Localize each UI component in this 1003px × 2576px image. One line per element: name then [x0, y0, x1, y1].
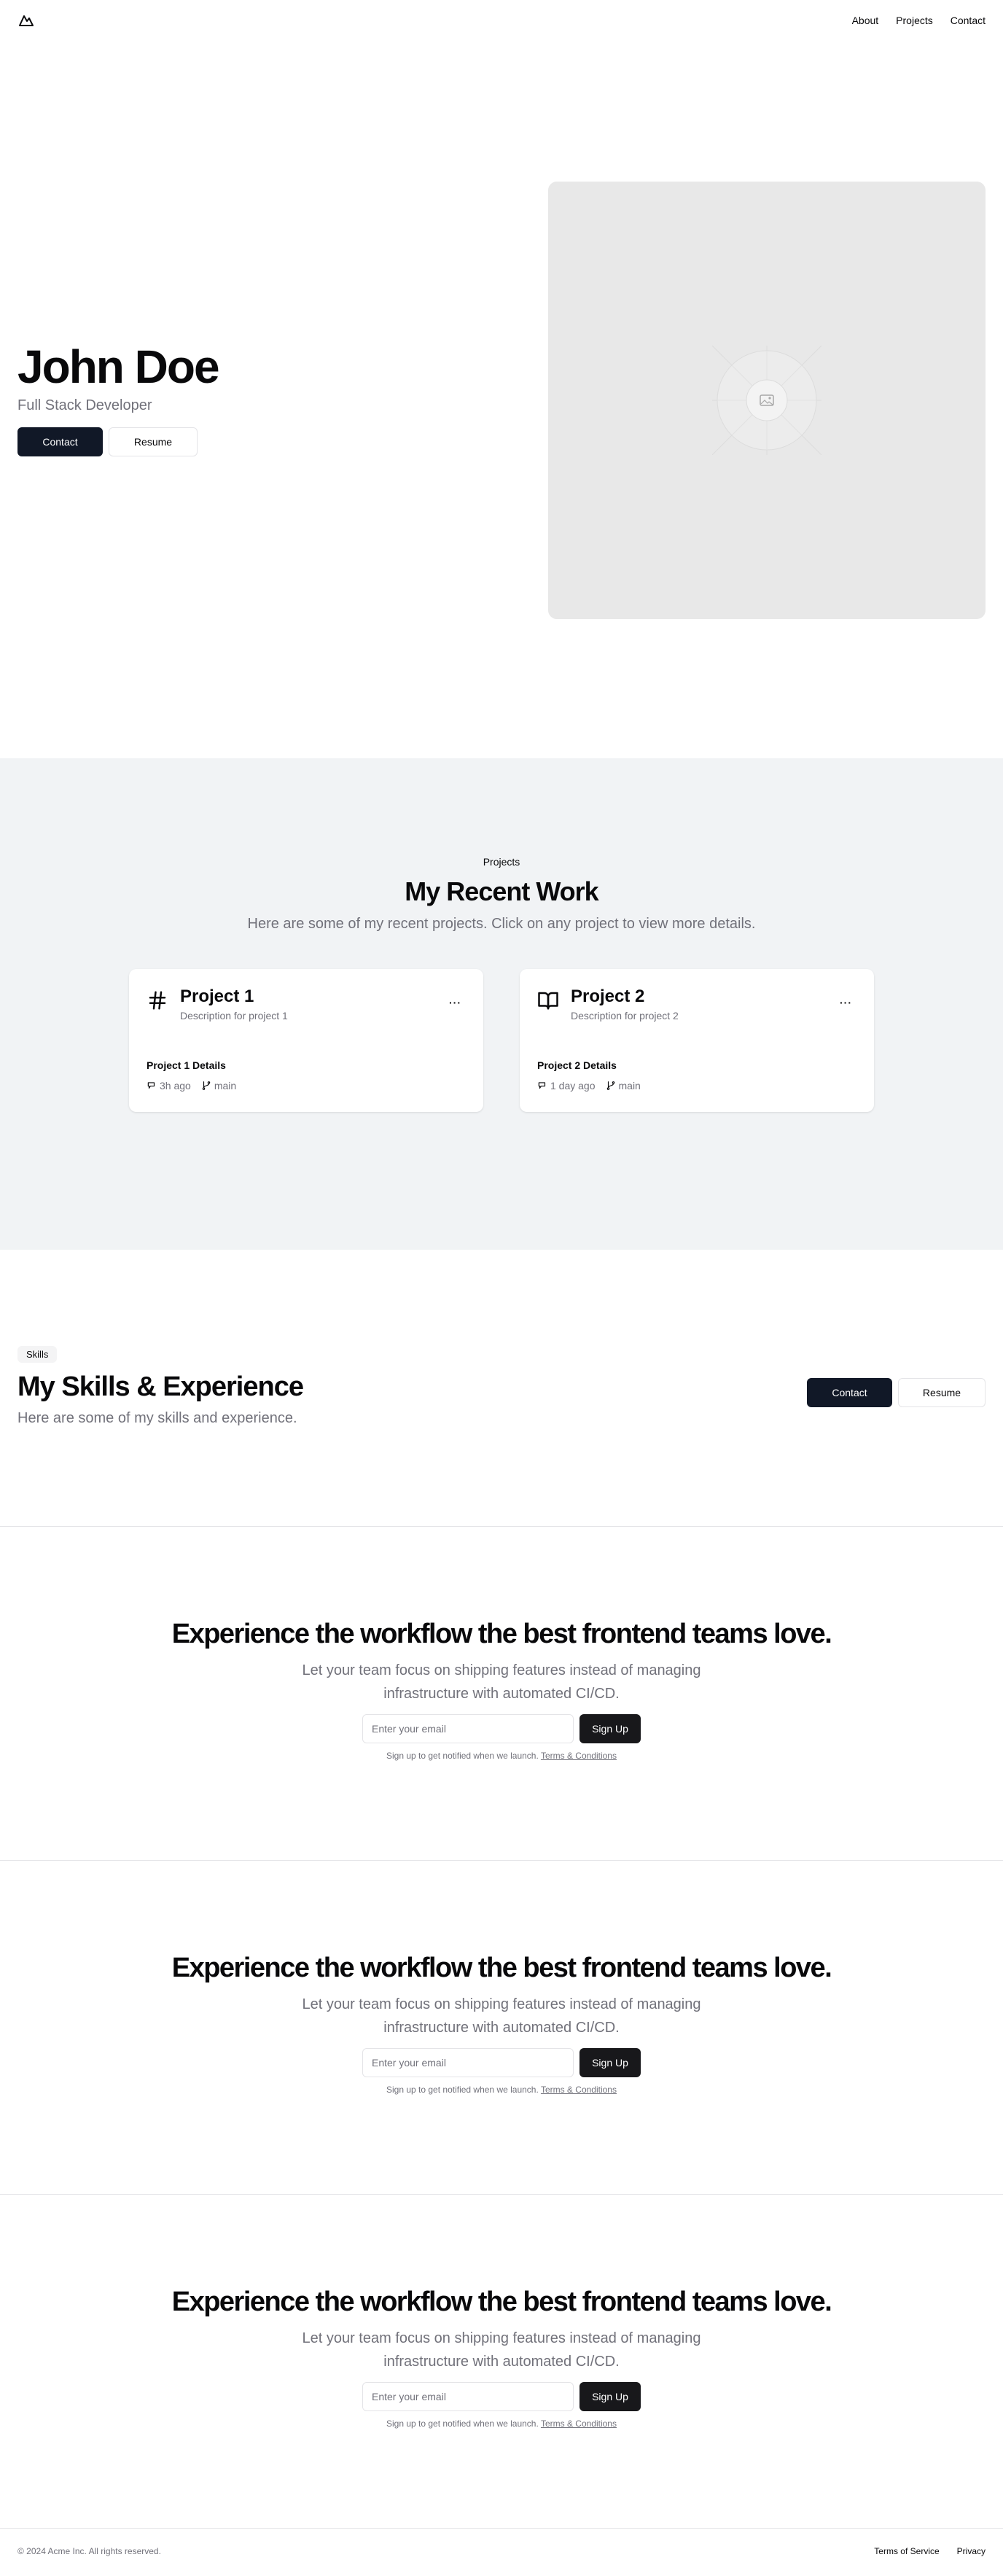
signup-note: Sign up to get notified when we launch. … [0, 1751, 1003, 1761]
cta-subtitle: Let your team focus on shipping features… [302, 1996, 701, 2036]
branch-meta: main [201, 1080, 236, 1092]
card-meta: 3h ago main [147, 1080, 466, 1092]
card-meta: 1 day ago main [537, 1080, 856, 1092]
skills-title: My Skills & Experience [17, 1371, 304, 1402]
email-input[interactable] [362, 1714, 574, 1743]
terms-link[interactable]: Terms & Conditions [541, 2085, 617, 2095]
terms-of-service-link[interactable]: Terms of Service [874, 2546, 939, 2556]
more-options-icon[interactable]: ··· [840, 997, 852, 1008]
projects-title: My Recent Work [405, 876, 598, 906]
sign-up-button[interactable]: Sign Up [579, 1714, 641, 1743]
email-input[interactable] [362, 2382, 574, 2411]
book-open-icon [538, 992, 558, 1010]
hero-role: Full Stack Developer [17, 397, 152, 414]
cta-title: Experience the workflow the best fronten… [171, 1953, 832, 1983]
card-header: Project 2 Description for project 2 [537, 987, 856, 1022]
skills-badge: Skills [17, 1346, 58, 1363]
signup-note-text: Sign up to get notified when we launch. [386, 1751, 539, 1761]
nav-about-link[interactable]: About [852, 15, 879, 26]
git-branch-icon [202, 1081, 211, 1090]
nav-contact-link[interactable]: Contact [951, 15, 986, 26]
hero-section: John Doe Full Stack Developer Contact Re… [0, 41, 1003, 758]
git-branch-icon [606, 1081, 614, 1090]
main-nav: About Projects Contact [852, 15, 986, 26]
projects-subtitle: Here are some of my recent projects. Cli… [247, 916, 756, 932]
signup-note: Sign up to get notified when we launch. … [0, 2085, 1003, 2095]
cta-title: Experience the workflow the best fronten… [171, 1619, 832, 1649]
signup-note-text: Sign up to get notified when we launch. [386, 2085, 539, 2095]
branch-name: main [618, 1080, 641, 1092]
card-description: Description for project 2 [571, 1010, 679, 1022]
hero-image-placeholder [548, 182, 986, 619]
skills-resume-button[interactable]: Resume [898, 1378, 986, 1407]
skills-buttons: Contact Resume [807, 1378, 986, 1526]
more-options-icon[interactable]: ··· [449, 997, 461, 1008]
signup-form: Sign Up [0, 2382, 1003, 2411]
card-description: Description for project 1 [180, 1010, 288, 1022]
image-placeholder-icon [712, 346, 821, 455]
signup-form: Sign Up [0, 2048, 1003, 2077]
footer-nav: Terms of Service Privacy [874, 2546, 986, 2556]
sign-up-button[interactable]: Sign Up [579, 2382, 641, 2411]
hero-name: John Doe [17, 340, 220, 393]
terms-link[interactable]: Terms & Conditions [541, 2419, 617, 2429]
cta-subtitle: Let your team focus on shipping features… [302, 2330, 701, 2370]
signup-form: Sign Up [0, 1714, 1003, 1743]
hero-contact-button[interactable]: Contact [17, 427, 103, 457]
branch-name: main [214, 1080, 237, 1092]
email-input[interactable] [362, 2048, 574, 2077]
projects-eyebrow: Projects [483, 856, 520, 868]
updated-time: 3h ago [160, 1080, 191, 1092]
site-header: About Projects Contact [0, 0, 1003, 41]
sign-up-button[interactable]: Sign Up [579, 2048, 641, 2077]
branch-meta: main [606, 1080, 641, 1092]
project-card[interactable]: Project 1 Description for project 1 ··· … [129, 969, 483, 1112]
nav-projects-link[interactable]: Projects [896, 15, 933, 26]
hash-icon [149, 991, 166, 1010]
commit-icon [538, 1082, 546, 1089]
cta-title: Experience the workflow the best fronten… [171, 2287, 832, 2317]
cta-section: Experience the workflow the best fronten… [0, 2195, 1003, 2529]
cta-section: Experience the workflow the best fronten… [0, 1861, 1003, 2195]
projects-section: Projects My Recent Work Here are some of… [0, 758, 1003, 1250]
terms-link[interactable]: Terms & Conditions [541, 1751, 617, 1761]
signup-note-text: Sign up to get notified when we launch. [386, 2419, 539, 2429]
cta-section: Experience the workflow the best fronten… [0, 1527, 1003, 1861]
card-details: Project 1 Details [147, 1059, 226, 1071]
skills-subtitle: Here are some of my skills and experienc… [17, 1410, 297, 1426]
skills-contact-button[interactable]: Contact [807, 1378, 892, 1407]
privacy-link[interactable]: Privacy [957, 2546, 986, 2556]
updated-meta: 1 day ago [537, 1080, 596, 1092]
hero-text: John Doe Full Stack Developer Contact Re… [17, 340, 455, 457]
project-cards: Project 1 Description for project 1 ··· … [0, 969, 1003, 1112]
updated-time: 1 day ago [550, 1080, 596, 1092]
card-details: Project 2 Details [537, 1059, 617, 1071]
hero-buttons: Contact Resume [17, 427, 455, 457]
site-footer: © 2024 Acme Inc. All rights reserved. Te… [0, 2529, 1003, 2573]
skills-section: Skills My Skills & Experience Here are s… [0, 1250, 1003, 1527]
project-card[interactable]: Project 2 Description for project 2 ··· … [520, 969, 874, 1112]
hero-resume-button[interactable]: Resume [109, 427, 198, 457]
card-header: Project 1 Description for project 1 [147, 987, 466, 1022]
signup-note: Sign up to get notified when we launch. … [0, 2419, 1003, 2429]
card-title: Project 1 [180, 987, 254, 1006]
card-title: Project 2 [571, 987, 645, 1006]
copyright: © 2024 Acme Inc. All rights reserved. [17, 2545, 161, 2556]
cta-subtitle: Let your team focus on shipping features… [302, 1662, 701, 1702]
skills-text: Skills My Skills & Experience Here are s… [17, 1346, 304, 1526]
updated-meta: 3h ago [147, 1080, 191, 1092]
mountain-icon[interactable] [17, 12, 35, 29]
commit-icon [147, 1082, 155, 1089]
